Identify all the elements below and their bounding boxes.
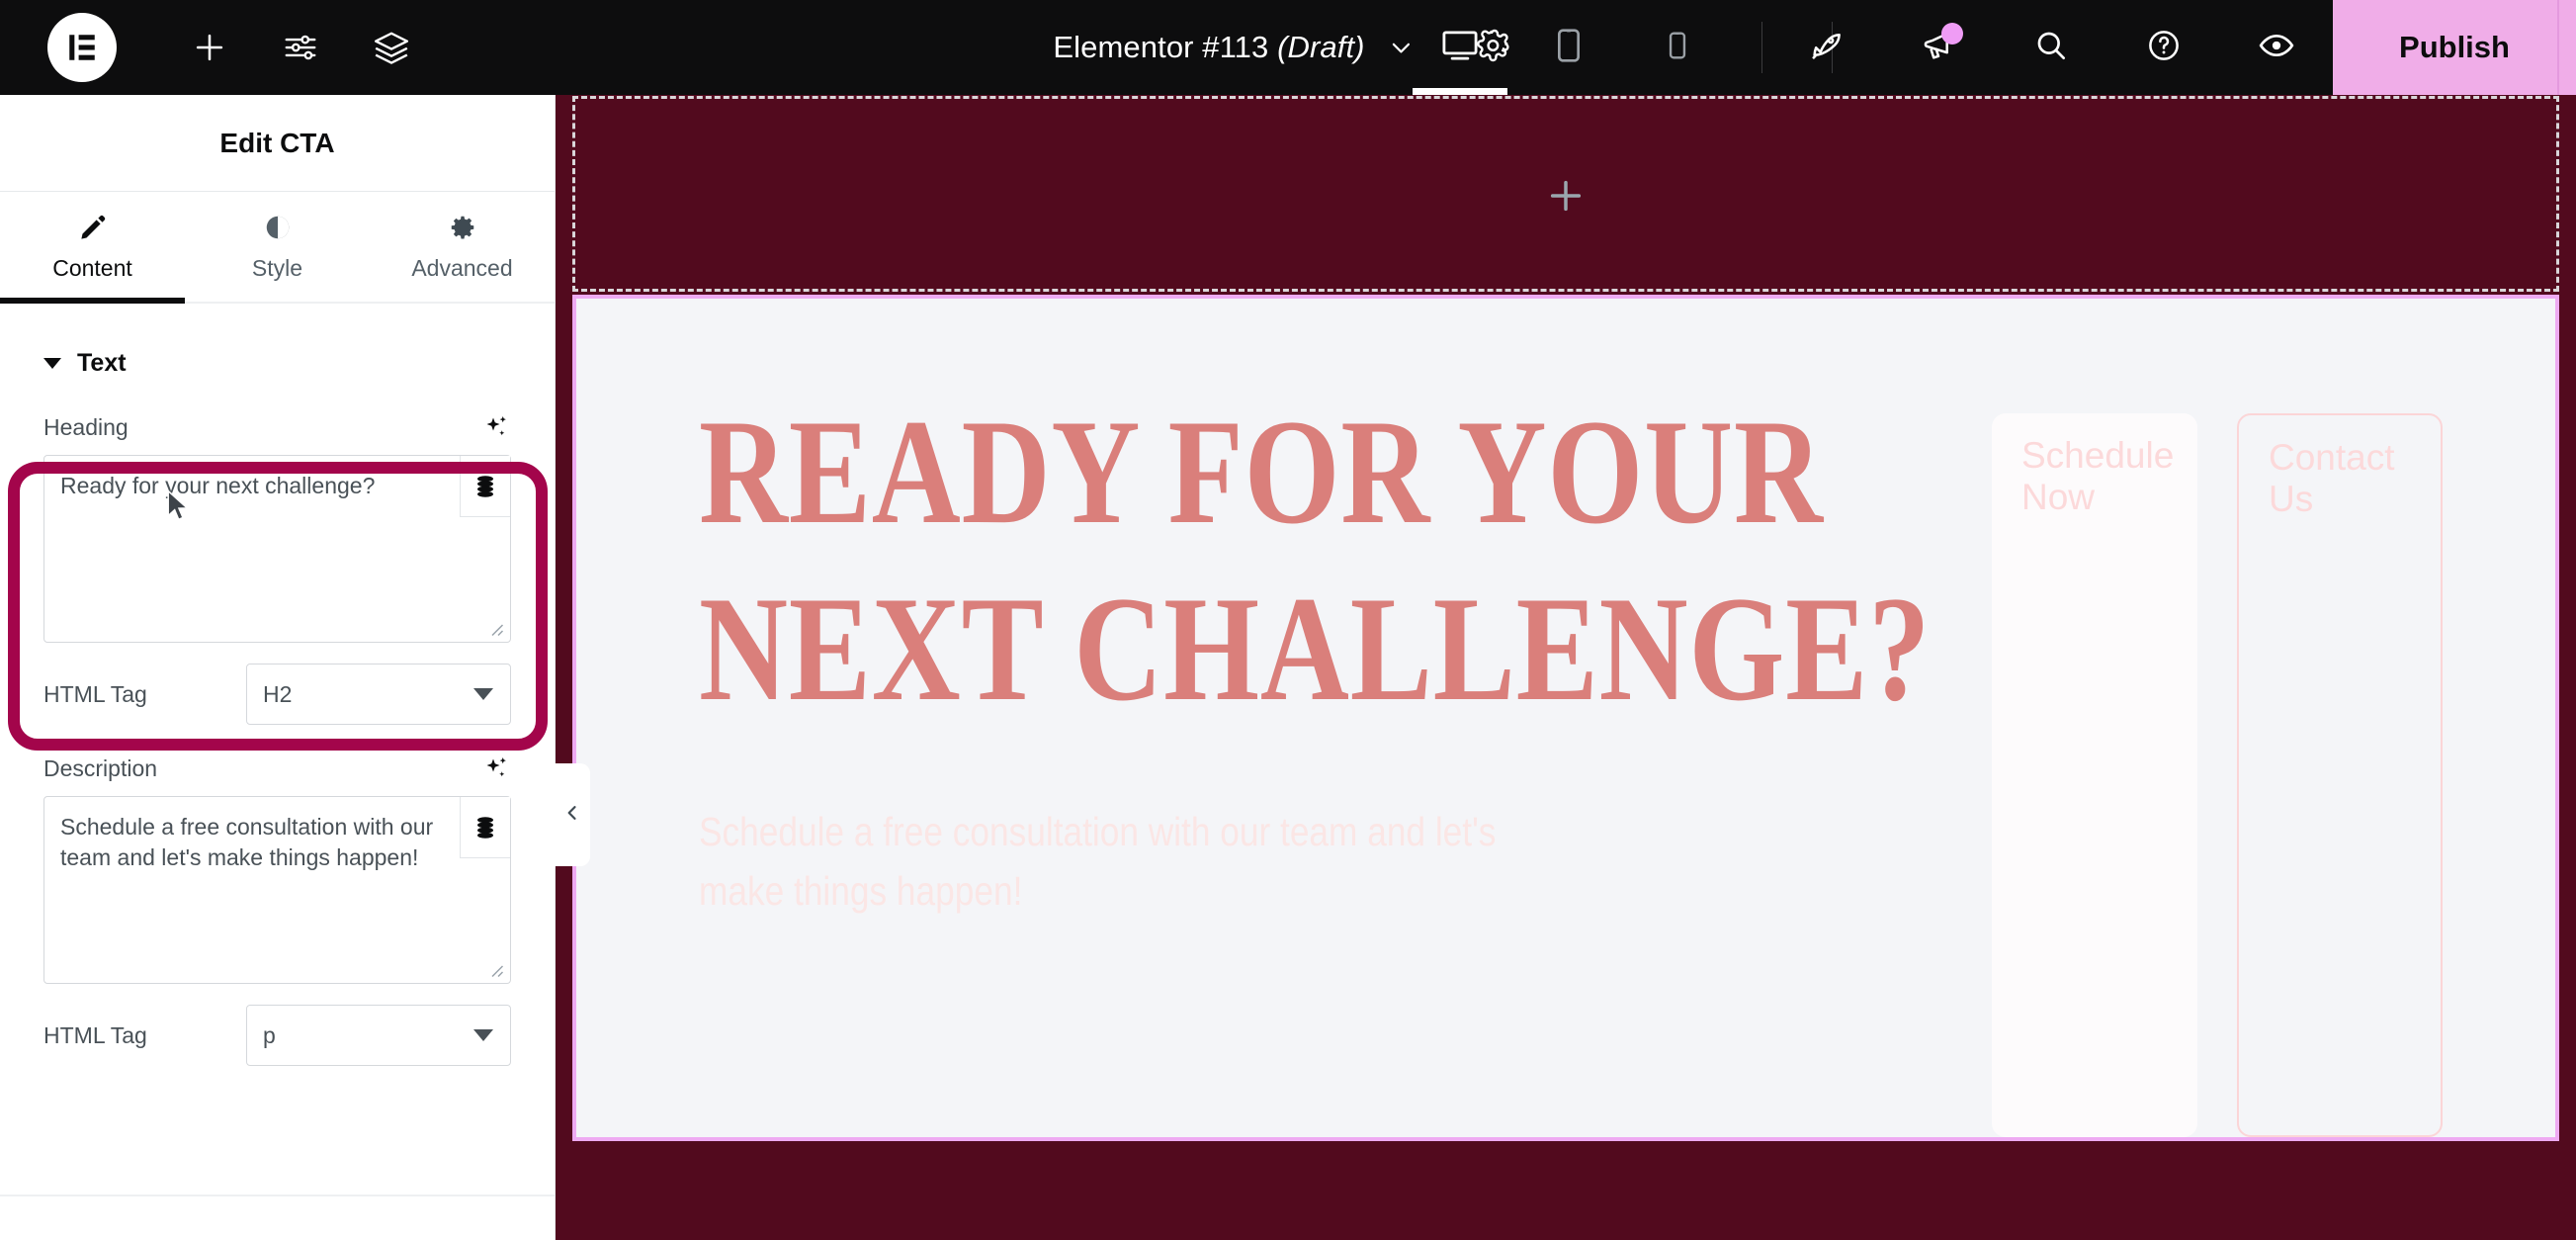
add-section-button[interactable] <box>1546 176 1586 221</box>
description-field: Description <box>0 741 555 989</box>
site-launcher-button[interactable] <box>1769 0 1882 95</box>
toolbar-actions <box>1769 0 2333 95</box>
tab-style-label: Style <box>251 254 303 281</box>
dynamic-tags-icon[interactable] <box>460 797 510 858</box>
cta-description[interactable]: Schedule a free consultation with our te… <box>699 802 1566 922</box>
chevron-left-icon <box>562 803 582 828</box>
editor-panel: Edit CTA Content Style Advanced Text Hea… <box>0 95 556 1240</box>
panel-title: Edit CTA <box>219 127 335 158</box>
add-element-button[interactable] <box>164 0 255 95</box>
mobile-icon <box>1662 30 1693 66</box>
heading-field-label: Heading <box>43 413 129 440</box>
site-settings-button[interactable] <box>255 0 346 95</box>
structure-navigator-button[interactable] <box>346 0 437 95</box>
cta-widget[interactable]: READY FOR YOUR NEXT CHALLENGE? Schedule … <box>572 295 2559 1141</box>
section-text-title: Text <box>77 349 127 377</box>
toolbar-divider-left <box>1761 22 1762 73</box>
whats-new-button[interactable] <box>1882 0 1995 95</box>
tab-advanced-label: Advanced <box>411 254 513 281</box>
device-desktop-button[interactable] <box>1406 0 1514 95</box>
search-icon <box>2032 27 2070 69</box>
heading-html-tag-label: HTML Tag <box>43 680 147 707</box>
heading-textarea[interactable] <box>43 455 511 643</box>
caret-down-icon <box>43 358 61 369</box>
cta-button-group: Schedule Now Contact Us <box>1992 384 2470 1137</box>
device-mobile-button[interactable] <box>1623 0 1732 95</box>
preview-button[interactable] <box>2220 0 2333 95</box>
description-textarea[interactable] <box>43 796 511 984</box>
sliders-icon <box>282 29 319 66</box>
top-toolbar: Elementor #113 (Draft) Publish <box>0 0 2576 95</box>
description-html-tag-label: HTML Tag <box>43 1021 147 1048</box>
description-html-tag-row: HTML Tag p <box>0 989 555 1082</box>
eye-icon <box>2257 26 2296 70</box>
heading-html-tag-select[interactable]: H2 <box>246 664 511 725</box>
help-button[interactable] <box>2107 0 2220 95</box>
document-title: Elementor #113 (Draft) <box>1053 30 1365 64</box>
cta-primary-button[interactable]: Schedule Now <box>1992 413 2197 1137</box>
panel-divider <box>0 1195 555 1196</box>
device-tablet-button[interactable] <box>1514 0 1623 95</box>
elementor-logo-button[interactable] <box>0 0 164 95</box>
cta-text-block: READY FOR YOUR NEXT CHALLENGE? Schedule … <box>699 384 1944 1137</box>
panel-body: Text Heading Ready for your next challen… <box>0 304 555 1082</box>
desktop-icon <box>1439 25 1481 71</box>
panel-tabs: Content Style Advanced <box>0 192 555 304</box>
gear-icon <box>448 213 477 242</box>
heading-field: Heading <box>0 399 555 648</box>
panel-header: Edit CTA <box>0 95 555 192</box>
elementor-logo-icon <box>47 13 117 82</box>
section-text-header[interactable]: Text <box>0 304 555 399</box>
panel-collapse-button[interactable] <box>555 763 590 866</box>
contrast-icon <box>263 213 293 242</box>
ai-sparkle-icon[interactable] <box>481 753 511 783</box>
finder-button[interactable] <box>1995 0 2107 95</box>
tab-content[interactable]: Content <box>0 192 185 304</box>
description-field-label: Description <box>43 754 158 781</box>
publish-button[interactable]: Publish <box>2333 0 2576 95</box>
layers-icon <box>373 29 410 66</box>
tablet-icon <box>1549 26 1589 70</box>
description-html-tag-select[interactable]: p <box>246 1005 511 1066</box>
plus-icon <box>1546 180 1586 220</box>
document-status: (Draft) <box>1277 30 1365 64</box>
question-circle-icon <box>2145 27 2183 69</box>
dynamic-tags-icon[interactable] <box>460 456 510 517</box>
ai-sparkle-icon[interactable] <box>481 412 511 442</box>
cta-heading[interactable]: READY FOR YOUR NEXT CHALLENGE? <box>699 384 1931 739</box>
device-mode-switcher <box>1406 0 1732 95</box>
rocket-icon <box>1807 27 1845 69</box>
tab-style[interactable]: Style <box>185 192 370 302</box>
heading-html-tag-row: HTML Tag H2 <box>0 648 555 741</box>
editor-canvas: READY FOR YOUR NEXT CHALLENGE? Schedule … <box>556 95 2576 1240</box>
notification-badge <box>1941 23 1963 44</box>
tab-advanced[interactable]: Advanced <box>370 192 555 302</box>
cta-secondary-button[interactable]: Contact Us <box>2237 413 2443 1137</box>
pencil-icon <box>78 213 108 242</box>
plus-icon <box>191 29 228 66</box>
tab-content-label: Content <box>52 254 132 281</box>
